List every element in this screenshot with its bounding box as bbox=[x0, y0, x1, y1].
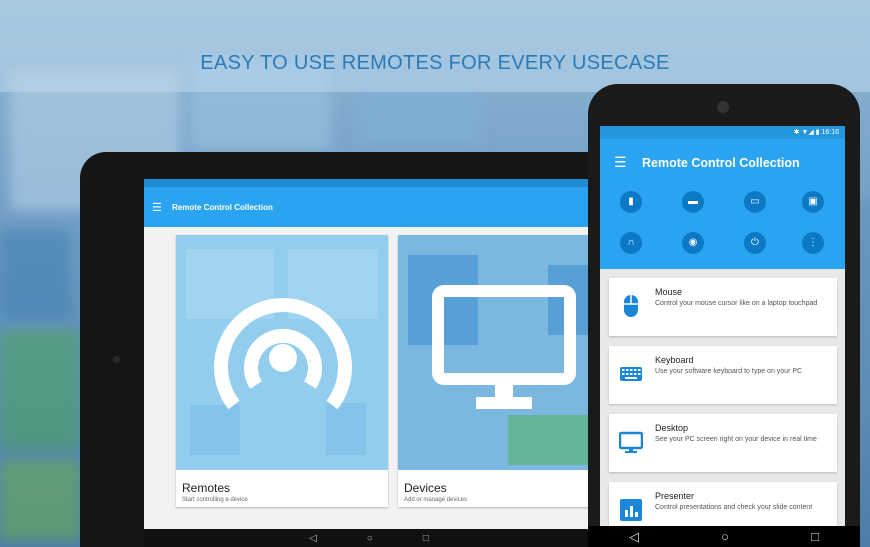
mouse-icon: ▮ bbox=[628, 196, 634, 207]
desktop-icon: ▭ bbox=[750, 196, 760, 207]
keyboard-icon bbox=[620, 367, 642, 381]
tablet-app-title: Remote Control Collection bbox=[172, 202, 273, 212]
devices-card-title: Devices bbox=[404, 481, 447, 495]
tablet-camera bbox=[113, 356, 120, 363]
more-icon: ⋮ bbox=[808, 237, 818, 248]
list-item-description: Control your mouse cursor like on a lapt… bbox=[655, 300, 818, 307]
tablet-nav-bar: ◁ ○ □ bbox=[144, 529, 594, 547]
list-item-title: Desktop bbox=[655, 423, 689, 433]
presenter-icon bbox=[620, 499, 642, 521]
devices-card[interactable]: Devices Add or manage devices bbox=[398, 235, 594, 507]
phone-nav-bar: ◁ ○ □ bbox=[588, 526, 860, 547]
list-item-title: Presenter bbox=[655, 491, 695, 501]
phone-app-bar: ☰ Remote Control Collection ▮ ▬ ▭ ▣ ∩ ◉ … bbox=[600, 139, 845, 269]
back-icon[interactable]: ◁ bbox=[309, 533, 317, 544]
list-item-description: Control presentations and check your sli… bbox=[655, 504, 813, 511]
menu-icon[interactable]: ☰ bbox=[614, 154, 627, 171]
home-icon[interactable]: ○ bbox=[367, 533, 373, 544]
list-item-title: Mouse bbox=[655, 287, 683, 297]
tablet-status-bar bbox=[144, 179, 594, 187]
back-icon[interactable]: ◁ bbox=[629, 529, 639, 545]
remotes-card-subtitle: Start controlling a device bbox=[182, 497, 248, 503]
phone-camera bbox=[717, 101, 729, 113]
presenter-icon: ▣ bbox=[808, 196, 818, 207]
keyboard-button[interactable]: ▬ bbox=[682, 191, 704, 213]
headphones-icon: ∩ bbox=[627, 237, 635, 248]
tablet-app-bar: ☰ Remote Control Collection bbox=[144, 187, 594, 227]
remotes-card[interactable]: Remotes Start controlling a device bbox=[176, 235, 388, 507]
status-time: 16:16 bbox=[821, 129, 839, 136]
signal-icon: ✱ ▼◢ ▮ bbox=[793, 129, 822, 136]
devices-card-subtitle: Add or manage devices bbox=[404, 497, 468, 503]
devices-card-art bbox=[398, 235, 594, 470]
list-item-title: Keyboard bbox=[655, 355, 694, 365]
menu-icon[interactable]: ☰ bbox=[152, 201, 166, 214]
presenter-button[interactable]: ▣ bbox=[802, 191, 824, 213]
list-item-description: See your PC screen right on your device … bbox=[655, 436, 817, 443]
remotes-card-art bbox=[176, 235, 388, 470]
keyboard-icon: ▬ bbox=[688, 196, 698, 207]
media-button[interactable]: ∩ bbox=[620, 232, 642, 254]
power-button[interactable]: ⏻ bbox=[744, 232, 766, 254]
list-item-description: Use your software keyboard to type on yo… bbox=[655, 368, 803, 375]
list-item-keyboard[interactable]: Keyboard Use your software keyboard to t… bbox=[609, 346, 837, 404]
desktop-icon bbox=[619, 431, 643, 453]
mouse-icon bbox=[624, 295, 638, 317]
mouse-button[interactable]: ▮ bbox=[620, 191, 642, 213]
web-button[interactable]: ◉ bbox=[682, 232, 704, 254]
phone-app-title: Remote Control Collection bbox=[642, 156, 800, 170]
home-icon[interactable]: ○ bbox=[721, 529, 729, 544]
headline: EASY TO USE REMOTES FOR EVERY USECASE bbox=[200, 52, 670, 74]
recents-icon[interactable]: □ bbox=[423, 533, 429, 544]
phone-screen: ✱ ▼◢ ▮ 16:16 ☰ Remote Control Collection… bbox=[600, 126, 845, 547]
phone-status-bar: ✱ ▼◢ ▮ 16:16 bbox=[600, 126, 845, 139]
power-icon: ⏻ bbox=[751, 237, 759, 248]
desktop-button[interactable]: ▭ bbox=[744, 191, 766, 213]
list-item-desktop[interactable]: Desktop See your PC screen right on your… bbox=[609, 414, 837, 472]
more-button[interactable]: ⋮ bbox=[802, 232, 824, 254]
remotes-card-title: Remotes bbox=[182, 481, 231, 495]
recents-icon[interactable]: □ bbox=[811, 529, 819, 544]
globe-icon: ◉ bbox=[688, 237, 698, 248]
list-item-mouse[interactable]: Mouse Control your mouse cursor like on … bbox=[609, 278, 837, 336]
tablet-screen: ☰ Remote Control Collection Remotes Star… bbox=[144, 179, 594, 547]
